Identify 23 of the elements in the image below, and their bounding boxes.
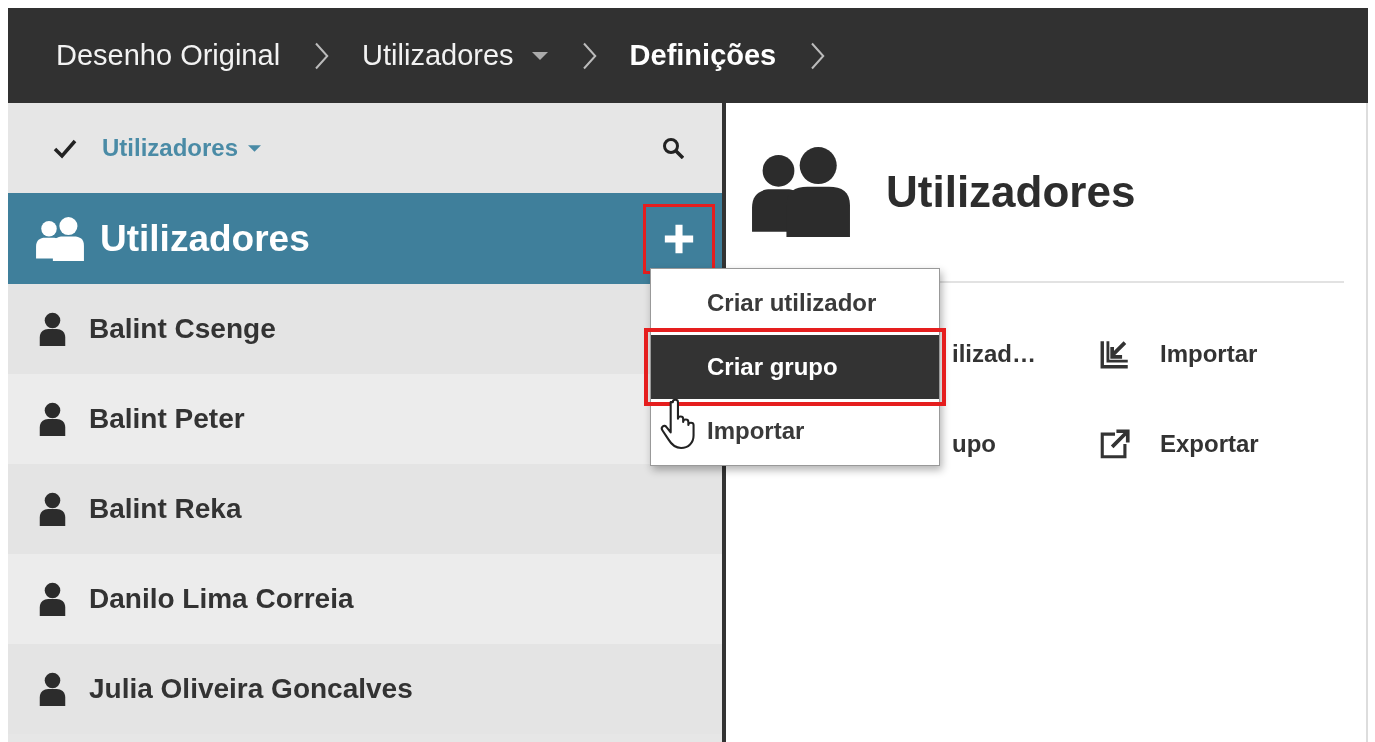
breadcrumb-link[interactable]: Desenho Original <box>56 39 281 72</box>
breadcrumb-link[interactable]: Definições <box>629 39 777 72</box>
caret-icon <box>531 51 548 60</box>
users-icon <box>34 216 86 261</box>
users-icon <box>752 147 850 237</box>
action-link[interactable]: Exportar <box>1098 399 1298 489</box>
page-title: Utilizadores <box>886 167 1136 217</box>
menu-item[interactable]: Criar utilizador <box>651 271 939 335</box>
person-icon <box>38 312 67 346</box>
action-link[interactable]: upo <box>952 399 1098 489</box>
breadcrumb-link[interactable]: Utilizadores <box>362 39 548 72</box>
action-link[interactable]: Importar <box>1098 309 1298 399</box>
person-icon <box>38 492 67 526</box>
export-icon <box>1098 427 1132 461</box>
person-icon <box>38 402 67 436</box>
person-icon <box>38 582 67 616</box>
person-icon <box>38 672 67 706</box>
search-icon <box>662 137 684 159</box>
caret-icon <box>248 144 262 152</box>
menu-item[interactable]: Importar <box>651 399 939 463</box>
action-link[interactable]: ilizad… <box>952 309 1098 399</box>
sidebar-title: Utilizadores <box>100 217 310 260</box>
add-button[interactable] <box>646 206 712 271</box>
